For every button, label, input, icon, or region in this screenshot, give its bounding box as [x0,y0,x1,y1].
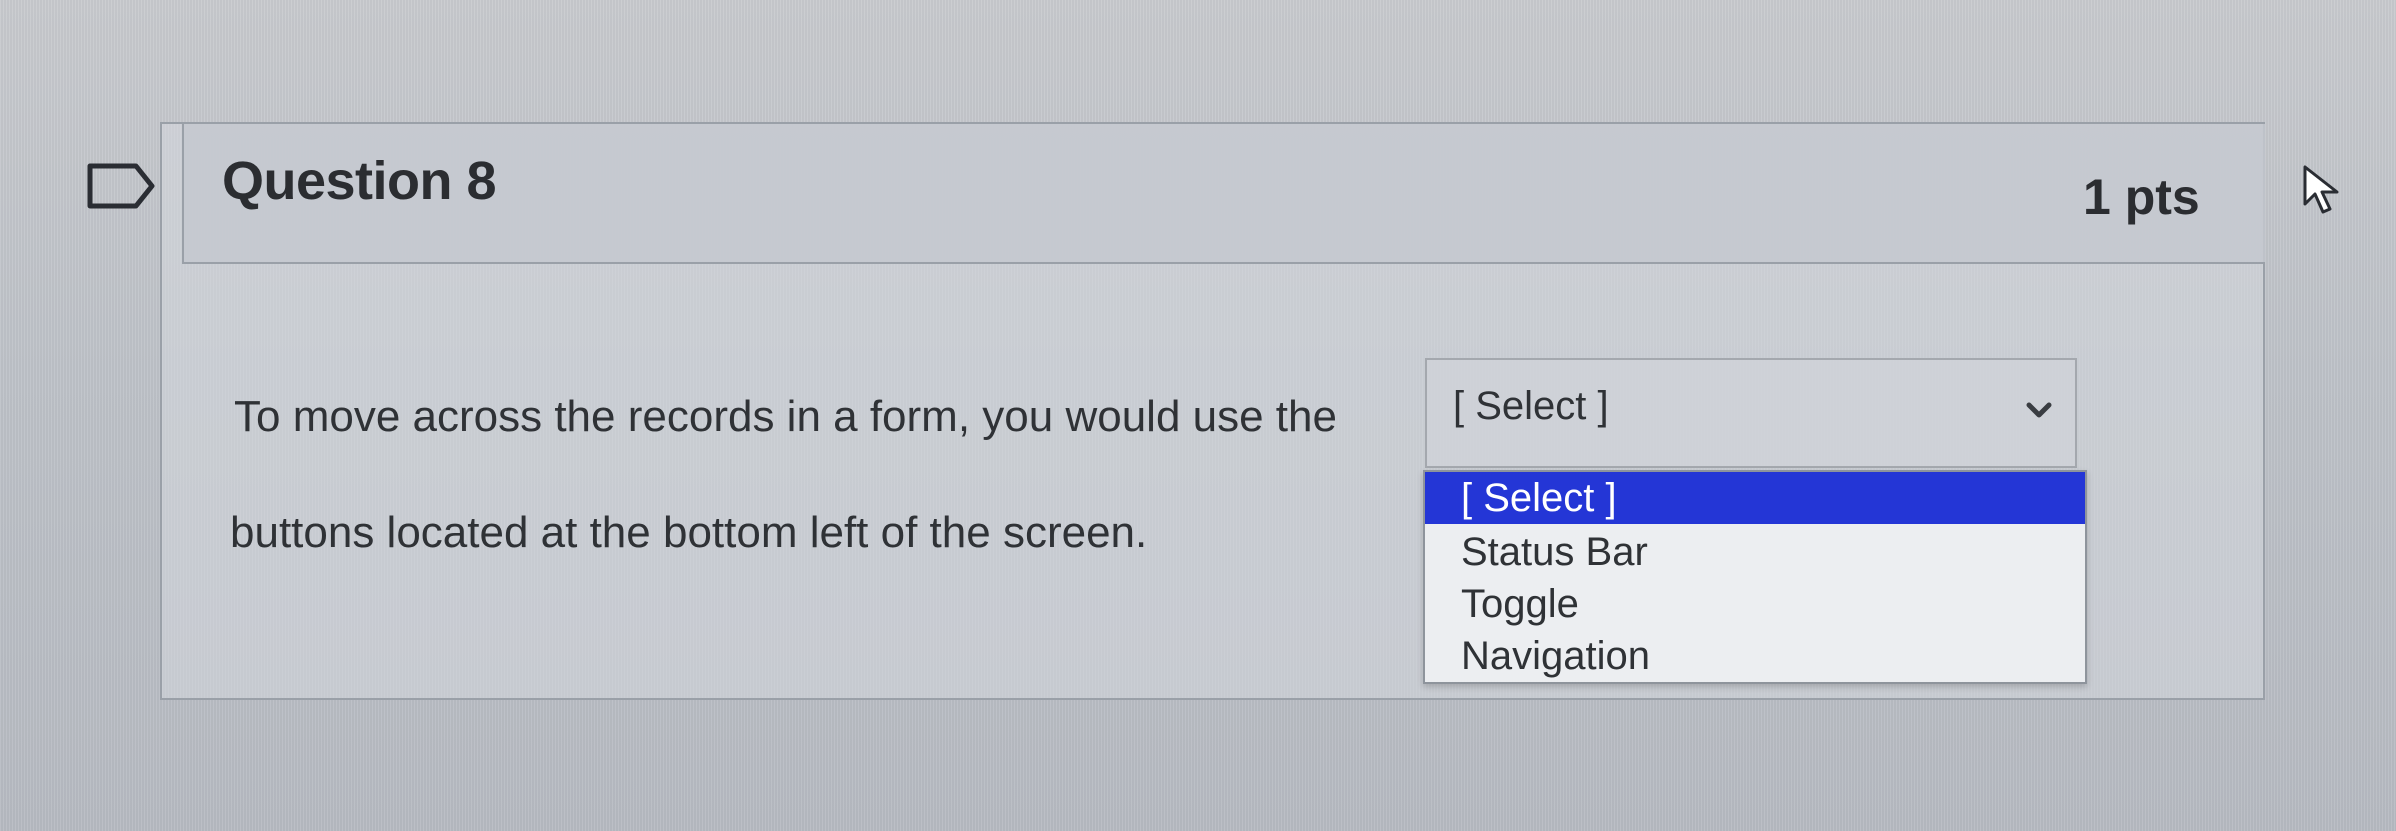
dropdown-option-navigation[interactable]: Navigation [1425,630,2085,682]
dropdown-option-toggle[interactable]: Toggle [1425,578,2085,630]
question-title: Question 8 [222,151,497,211]
answer-select-value: [ Select ] [1453,384,1609,428]
question-prompt-line-1: To move across the records in a form, yo… [234,392,1337,441]
question-prompt-line-2: buttons located at the bottom left of th… [230,508,1148,557]
answer-select-dropdown[interactable]: [ Select ] [1425,358,2077,468]
flag-icon[interactable] [86,162,156,210]
question-points: 1 pts [2083,169,2200,225]
dropdown-option-select[interactable]: [ Select ] [1425,472,2085,524]
dropdown-options-list: [ Select ] Status Bar Toggle Navigation [1423,470,2087,684]
dropdown-option-status-bar[interactable]: Status Bar [1425,526,2085,578]
cursor-icon [2303,165,2339,214]
chevron-down-icon [2026,402,2052,418]
